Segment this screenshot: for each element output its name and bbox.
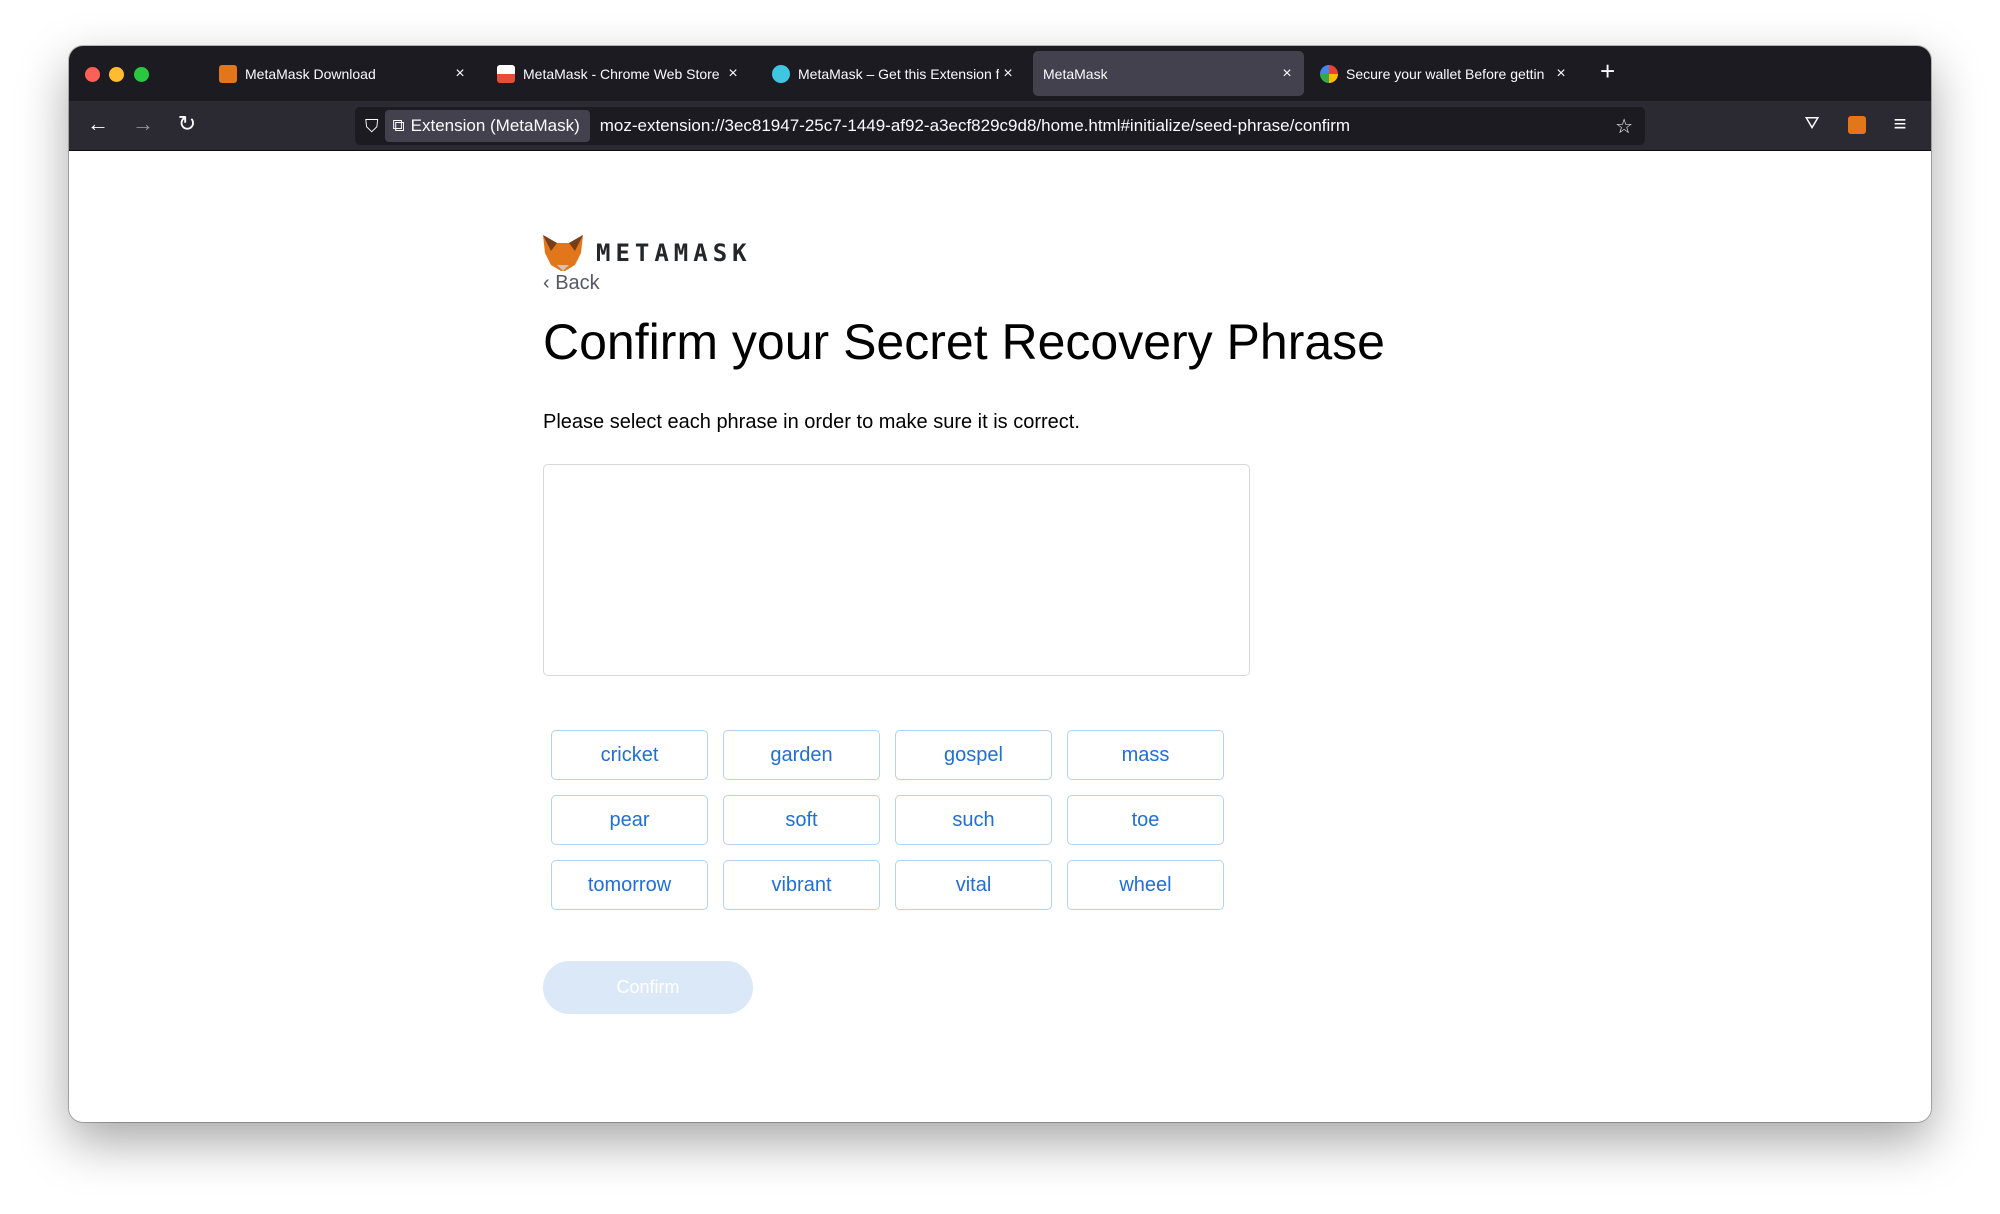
word-chip-garden[interactable]: garden: [723, 730, 880, 780]
bookmark-star-icon[interactable]: ☆: [1615, 114, 1633, 139]
metamask-extension-icon[interactable]: [1848, 116, 1866, 134]
url-text[interactable]: moz-extension://3ec81947-25c7-1449-af92-…: [600, 116, 1615, 136]
close-tab-icon[interactable]: ×: [1278, 65, 1296, 83]
menu-icon[interactable]: ≡: [1885, 111, 1915, 137]
tab-metamask-active[interactable]: MetaMask ×: [1033, 51, 1304, 96]
tab-chrome-web-store[interactable]: MetaMask - Chrome Web Store ×: [497, 51, 742, 96]
word-chip-vibrant[interactable]: vibrant: [723, 860, 880, 910]
reload-icon[interactable]: ↻: [172, 111, 202, 137]
instructions-text: Please select each phrase in order to ma…: [543, 411, 1080, 433]
pocket-icon[interactable]: ⛛: [1797, 113, 1827, 134]
word-chip-such[interactable]: such: [895, 795, 1052, 845]
tab-bar: MetaMask Download × MetaMask - Chrome We…: [69, 46, 1931, 101]
google-icon: [1320, 64, 1338, 83]
minimize-window-button[interactable]: [109, 67, 124, 82]
back-link[interactable]: ‹ Back: [543, 272, 600, 295]
shield-icon[interactable]: ⛉: [365, 116, 379, 137]
tab-secure-wallet[interactable]: Secure your wallet Before gettin ×: [1320, 51, 1570, 96]
address-bar[interactable]: ⛉ ⧉ Extension (MetaMask) moz-extension:/…: [355, 107, 1645, 145]
close-tab-icon[interactable]: ×: [724, 65, 742, 83]
close-window-button[interactable]: [85, 67, 100, 82]
selected-words-dropzone[interactable]: [543, 464, 1250, 676]
word-chip-pear[interactable]: pear: [551, 795, 708, 845]
close-tab-icon[interactable]: ×: [999, 65, 1017, 83]
word-chip-cricket[interactable]: cricket: [551, 730, 708, 780]
word-chip-gospel[interactable]: gospel: [895, 730, 1052, 780]
metamask-fox-logo: [543, 235, 583, 271]
metamask-fox-icon: [219, 64, 237, 83]
firefox-addon-icon: [772, 64, 790, 83]
new-tab-button[interactable]: +: [1600, 56, 1615, 87]
word-chip-soft[interactable]: soft: [723, 795, 880, 845]
tab-firefox-addon[interactable]: MetaMask – Get this Extension f ×: [772, 51, 1017, 96]
puzzle-piece-icon: ⧉: [392, 116, 405, 135]
word-chip-toe[interactable]: toe: [1067, 795, 1224, 845]
word-chip-vital[interactable]: vital: [895, 860, 1052, 910]
page-title: Confirm your Secret Recovery Phrase: [543, 314, 1385, 370]
word-chip-tomorrow[interactable]: tomorrow: [551, 860, 708, 910]
forward-arrow-icon[interactable]: →: [128, 111, 158, 137]
page-content: METAMASK ‹ Back Confirm your Secret Reco…: [69, 151, 1931, 1122]
close-tab-icon[interactable]: ×: [451, 65, 469, 83]
maximize-window-button[interactable]: [134, 67, 149, 82]
browser-window: MetaMask Download × MetaMask - Chrome We…: [69, 46, 1931, 1122]
metamask-wordmark: METAMASK: [596, 239, 752, 267]
chrome-web-store-icon: [497, 64, 515, 83]
confirm-button[interactable]: Confirm: [543, 961, 753, 1014]
close-tab-icon[interactable]: ×: [1552, 65, 1570, 83]
extension-identity-pill[interactable]: ⧉ Extension (MetaMask): [384, 110, 590, 142]
word-chip-mass[interactable]: mass: [1067, 730, 1224, 780]
word-chip-wheel[interactable]: wheel: [1067, 860, 1224, 910]
navigation-toolbar: ← → ↻ ⛉ ⧉ Extension (MetaMask) moz-exten…: [69, 101, 1931, 151]
tab-metamask-download[interactable]: MetaMask Download ×: [219, 51, 469, 96]
back-arrow-icon[interactable]: ←: [83, 111, 113, 137]
